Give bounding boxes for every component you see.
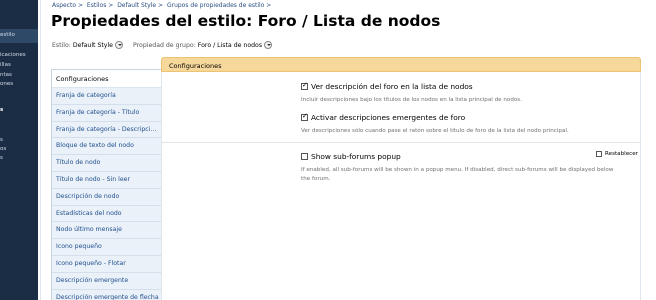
- chevron-down-icon[interactable]: [264, 41, 273, 49]
- option-hint: Ver descripciones sólo cuando pase el ra…: [301, 128, 569, 134]
- chevron-down-icon[interactable]: [115, 41, 123, 49]
- left-nav-item[interactable]: icaciones: [0, 52, 26, 59]
- sidebar-item[interactable]: Icono pequeño - Flotar: [52, 255, 161, 273]
- admin-left-nav: estilo icaciones illas ntas ones s s os …: [0, 0, 38, 300]
- breadcrumb: Aspecto > Estilos > Default Style > Grup…: [52, 2, 273, 9]
- left-nav-item[interactable]: s: [0, 107, 3, 114]
- option-label: Ver descripción del foro en la lista de …: [311, 82, 473, 91]
- option-enable-description-popups[interactable]: Activar descripciones emergentes de foro: [301, 112, 466, 122]
- sidebar-item[interactable]: Descripción emergente: [52, 272, 161, 290]
- page-title: Propiedades del estilo: Foro / Lista de …: [51, 12, 441, 30]
- reset-checkbox[interactable]: Restablecer: [596, 151, 638, 157]
- left-nav-item[interactable]: ones: [0, 81, 13, 88]
- checkbox-unchecked[interactable]: [596, 151, 602, 157]
- panel-divider: [161, 142, 641, 143]
- panel-header: Configuraciones: [161, 57, 641, 72]
- sidebar-item[interactable]: Franja de categoría: [52, 88, 161, 105]
- option-hint: If enabled, all sub-forums will be shown…: [301, 167, 614, 182]
- option-show-subforums-popup[interactable]: Show sub-forums popup: [301, 152, 401, 161]
- breadcrumb-item-default-style[interactable]: Default Style >: [117, 2, 163, 9]
- option-label: Activar descripciones emergentes de foro: [311, 113, 466, 122]
- breadcrumb-item-aspecto[interactable]: Aspecto >: [52, 2, 83, 9]
- group-label: Propiedad de grupo:: [133, 41, 196, 49]
- style-label: Estilo:: [52, 41, 71, 49]
- left-nav-item[interactable]: ntas: [0, 72, 12, 79]
- sidebar-item[interactable]: Título de nodo: [52, 155, 161, 172]
- sidebar-item[interactable]: Icono pequeño: [52, 239, 161, 256]
- panel-body: [161, 72, 641, 300]
- left-nav-item[interactable]: s: [0, 155, 3, 162]
- left-nav-item[interactable]: s: [0, 137, 3, 144]
- breadcrumb-item-estilos[interactable]: Estilos >: [87, 2, 113, 9]
- property-sidebar: Configuraciones Franja de categoría Fran…: [51, 69, 161, 300]
- sidebar-item[interactable]: Nodo último mensaje: [52, 222, 161, 240]
- breadcrumb-item-grupos[interactable]: Grupos de propiedades de estilo >: [167, 2, 271, 9]
- left-nav-item[interactable]: estilo: [0, 32, 15, 39]
- style-value[interactable]: Default Style: [73, 42, 113, 49]
- sidebar-item[interactable]: Franja de categoría - Descripci...: [52, 121, 161, 139]
- checkbox-checked[interactable]: [301, 112, 308, 121]
- sidebar-header[interactable]: Configuraciones: [52, 70, 161, 88]
- group-value[interactable]: Foro / Lista de nodos: [198, 42, 262, 49]
- sidebar-item[interactable]: Bloque de texto del nodo: [52, 138, 161, 156]
- sidebar-item[interactable]: Descripción emergente de flecha: [52, 289, 161, 300]
- checkbox-checked[interactable]: [301, 81, 308, 90]
- reset-label: Restablecer: [605, 151, 638, 157]
- left-nav-item[interactable]: illas: [0, 62, 11, 69]
- option-label: Show sub-forums popup: [311, 152, 401, 161]
- sidebar-item[interactable]: Franja de categoría - Título: [52, 104, 161, 122]
- checkbox-unchecked[interactable]: [301, 153, 308, 160]
- left-nav-item[interactable]: os: [0, 146, 6, 153]
- option-hint: Incluir descripciones bajo los títulos d…: [301, 97, 522, 103]
- style-selector-bar: Estilo: Default Style Propiedad de grupo…: [52, 41, 273, 49]
- sidebar-item[interactable]: Estadísticas del nodo: [52, 205, 161, 223]
- sidebar-item[interactable]: Título de nodo - Sin leer: [52, 171, 161, 189]
- option-show-forum-description[interactable]: Ver descripción del foro en la lista de …: [301, 81, 473, 91]
- sidebar-item[interactable]: Descripción de nodo: [52, 188, 161, 206]
